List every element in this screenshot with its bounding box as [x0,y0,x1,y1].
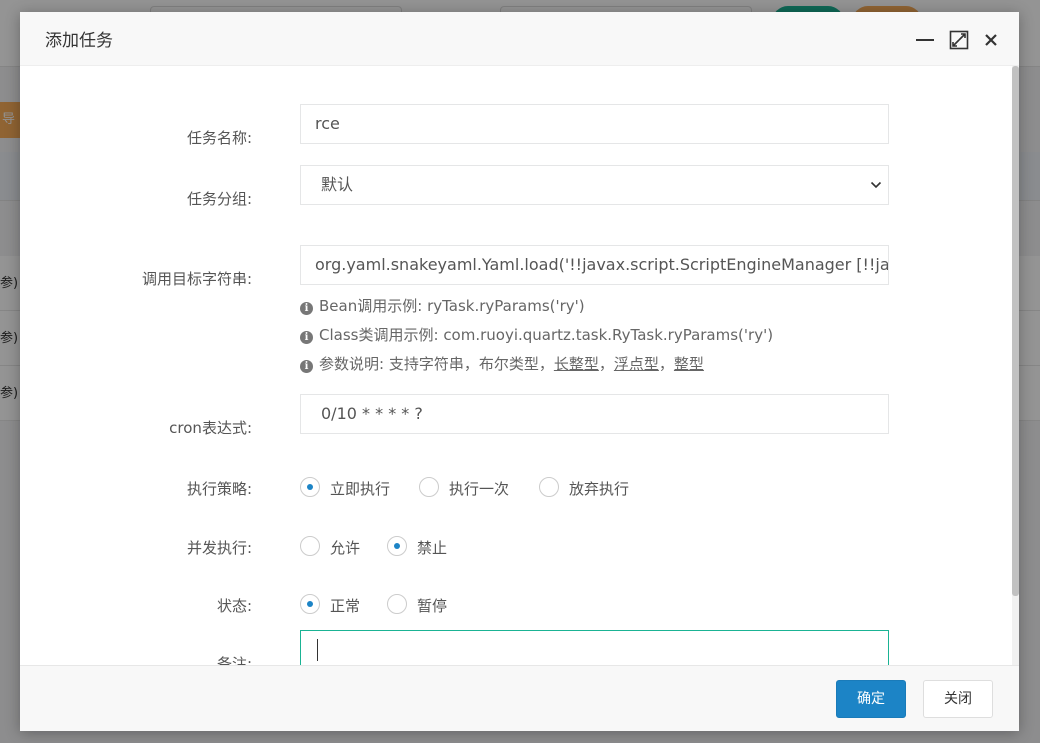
text-caret [317,639,318,661]
remark-textarea[interactable] [300,630,889,665]
info-icon: i [300,302,313,315]
scrollbar-thumb[interactable] [1012,66,1019,596]
job-group-select[interactable]: 默认 [300,165,889,205]
info-icon: i [300,331,313,344]
job-name-input[interactable]: rce [300,104,889,144]
add-task-dialog: 添加任务 任务名称: rce 任务分组: 默认 调用目标字符串: org.yam… [20,12,1019,731]
radio-circle[interactable] [300,594,320,614]
info-icon: i [300,360,313,373]
maximize-icon[interactable] [948,29,970,51]
minimize-icon[interactable] [914,29,936,51]
radio-circle[interactable] [300,536,320,556]
job-name-label: 任务名称: [186,129,252,147]
job-group-label: 任务分组: [186,190,252,208]
bean-example-help: i Bean调用示例: ryTask.ryParams('ry') [300,295,585,316]
radio-circle[interactable] [387,594,407,614]
confirm-button[interactable]: 确定 [836,680,906,718]
job-group-value: 默认 [321,175,354,194]
concurrent-label: 并发执行: [186,539,252,557]
remark-label: 备注: [216,655,252,665]
invoke-target-label: 调用目标字符串: [141,270,252,288]
chevron-down-icon [870,181,882,189]
close-button[interactable]: 关闭 [923,680,993,718]
radio-circle[interactable] [387,536,407,556]
dialog-header: 添加任务 [20,12,1019,66]
cron-label: cron表达式: [169,419,252,437]
dialog-scrollbar[interactable] [1012,66,1019,665]
class-example-help: i Class类调用示例: com.ruoyi.quartz.task.RyTas… [300,324,773,345]
misfire-policy-label: 执行策略: [186,480,252,498]
invoke-target-input[interactable]: org.yaml.snakeyaml.Yaml.load('!!javax.sc… [300,245,889,285]
radio-circle[interactable] [300,477,320,497]
param-description-help: i 参数说明: 支持字符串，布尔类型，长整型，浮点型，整型 [300,353,704,374]
dialog-title: 添加任务 [45,31,113,51]
cron-input[interactable]: 0/10 * * * * ? [300,394,889,434]
dialog-body: 任务名称: rce 任务分组: 默认 调用目标字符串: org.yaml.sna… [20,66,1012,665]
status-label: 状态: [216,597,252,615]
dialog-footer: 确定 关闭 [20,665,1019,731]
radio-circle[interactable] [419,477,439,497]
close-icon[interactable] [980,29,1002,51]
radio-circle[interactable] [539,477,559,497]
